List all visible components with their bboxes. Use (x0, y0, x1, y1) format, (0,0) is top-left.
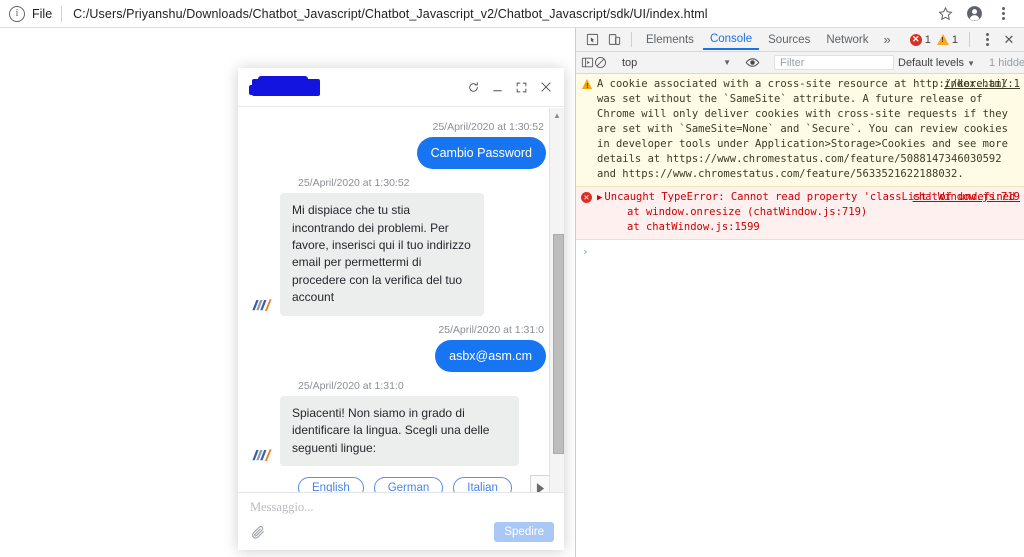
url-scheme-label: File (32, 6, 53, 21)
site-info-button[interactable]: i File (0, 5, 53, 22)
expand-icon[interactable] (515, 81, 528, 94)
minimize-icon[interactable] (491, 81, 504, 94)
tabbar-divider (631, 32, 632, 47)
chat-message-bot: 25/April/2020 at 1:30:52 Mi dispiace che… (250, 171, 546, 316)
console-sidebar-icon[interactable] (581, 54, 594, 72)
console-filter-input[interactable] (774, 55, 894, 70)
bookmark-star-icon[interactable] (932, 1, 958, 27)
message-timestamp: 25/April/2020 at 1:30:52 (432, 121, 544, 133)
tab-network[interactable]: Network (819, 30, 875, 49)
composer-actions: Spedire (250, 522, 554, 542)
console-source-link[interactable]: chatWindow.js:719 (913, 191, 1020, 203)
live-expression-icon[interactable] (745, 54, 760, 72)
chat-scrollbar[interactable]: ▲ ▼ (549, 108, 564, 511)
console-warning-entry[interactable]: A cookie associated with a cross-site re… (576, 74, 1024, 187)
error-count-value: 1 (924, 33, 931, 46)
console-error-entry[interactable]: ✕ ▶ Uncaught TypeError: Cannot read prope… (576, 187, 1024, 240)
chat-message-user: 25/April/2020 at 1:30:52 Cambio Password (250, 115, 546, 170)
chat-composer: Messaggio... Spedire (238, 492, 564, 550)
execution-context-select[interactable]: top ▼ (617, 56, 735, 69)
console-output[interactable]: A cookie associated with a cross-site re… (576, 74, 1024, 557)
message-timestamp: 25/April/2020 at 1:31:0 (298, 379, 404, 392)
chat-message-list[interactable]: 25/April/2020 at 1:30:52 Cambio Password… (238, 107, 564, 492)
console-prompt[interactable]: › (576, 240, 1024, 263)
tab-sources[interactable]: Sources (761, 30, 817, 49)
device-toolbar-icon[interactable] (604, 31, 624, 49)
console-stack-frame-1[interactable]: at window.onresize (chatWindow.js:719) (597, 205, 1021, 220)
screen: i File C:/Users/Priyanshu/Downloads/Chat… (0, 0, 1024, 557)
chip-english[interactable]: English (298, 477, 364, 492)
profile-avatar-icon[interactable] (961, 1, 987, 27)
info-circle-icon: i (9, 5, 25, 22)
scroll-up-arrow-icon[interactable]: ▲ (550, 108, 564, 122)
devtools-tabbar: Elements Console Sources Network » ✕ 1 1… (576, 28, 1024, 52)
chat-title-redacted (249, 75, 320, 96)
chat-header (238, 68, 564, 107)
hidden-messages-count: 1 hidden (989, 56, 1024, 69)
chrome-menu-icon[interactable] (990, 1, 1016, 27)
bot-message-line: Spiacenti! Non siamo in grado di identif… (250, 395, 519, 467)
more-tabs-icon[interactable]: » (878, 32, 897, 47)
message-timestamp: 25/April/2020 at 1:31:0 (438, 323, 544, 336)
tabbar-divider-2 (969, 32, 970, 47)
chevron-down-icon-levels: ▼ (967, 58, 976, 68)
message-timestamp: 25/April/2020 at 1:30:52 (298, 177, 410, 190)
tab-elements[interactable]: Elements (639, 30, 701, 49)
devtools-panel: Elements Console Sources Network » ✕ 1 1… (575, 28, 1024, 557)
log-levels-value: Default levels (898, 56, 965, 69)
chevron-down-icon: ▼ (723, 58, 731, 67)
warning-icon (936, 34, 949, 45)
message-input[interactable]: Messaggio... (250, 500, 552, 515)
log-levels-select[interactable]: Default levels ▼ (898, 57, 979, 69)
toolbar-divider (61, 5, 63, 22)
browser-actions (932, 1, 1024, 27)
language-chip-group: English German Italian (298, 475, 552, 492)
message-bubble: Spiacenti! Non siamo in grado di identif… (280, 395, 519, 467)
close-icon[interactable] (539, 80, 553, 94)
send-button[interactable]: Spedire (494, 522, 554, 542)
bot-message-line: Mi dispiace che tu stia incontrando dei … (250, 193, 484, 316)
paperclip-icon[interactable] (250, 524, 266, 540)
message-bubble: Mi dispiace che tu stia incontrando dei … (280, 193, 484, 316)
bot-avatar-icon (250, 294, 272, 314)
error-icon: ✕ (909, 33, 922, 46)
scrollbar-thumb[interactable] (553, 234, 564, 454)
chat-message-bot: 25/April/2020 at 1:31:0 Spiacenti! Non s… (250, 374, 552, 492)
chat-widget: 25/April/2020 at 1:30:52 Cambio Password… (238, 68, 564, 550)
tab-console[interactable]: Console (702, 29, 760, 50)
address-bar-url[interactable]: C:/Users/Priyanshu/Downloads/Chatbot_Jav… (73, 7, 932, 21)
chip-german[interactable]: German (373, 477, 444, 492)
bot-avatar-icon (250, 444, 272, 464)
console-warning-text: A cookie associated with a cross-site re… (597, 78, 1008, 180)
chip-italian[interactable]: Italian (453, 477, 512, 492)
warning-triangle-icon (580, 77, 593, 182)
warning-count-badge[interactable]: 1 (936, 33, 958, 46)
browser-toolbar: i File C:/Users/Priyanshu/Downloads/Chat… (0, 0, 1024, 28)
console-source-link[interactable]: index.html:1 (944, 78, 1020, 90)
prompt-caret-icon: › (582, 245, 589, 258)
chat-message-user: 25/April/2020 at 1:31:0 asbx@asm.cm (250, 318, 546, 372)
clear-console-icon[interactable] (594, 54, 607, 72)
devtools-close-icon[interactable]: ✕ (999, 31, 1019, 49)
web-page-content: 25/April/2020 at 1:30:52 Cambio Password… (0, 28, 575, 557)
console-toolbar: top ▼ Default levels ▼ 1 hidden (576, 52, 1024, 74)
message-bubble: Cambio Password (416, 137, 546, 170)
error-count-badge[interactable]: ✕ 1 (909, 33, 931, 46)
warning-count-value: 1 (951, 33, 958, 46)
message-bubble: asbx@asm.cm (435, 339, 546, 372)
chat-header-controls (467, 80, 553, 94)
error-circle-icon: ✕ (580, 190, 593, 235)
console-stack-frame-2[interactable]: at chatWindow.js:1599 (597, 220, 1021, 235)
refresh-icon[interactable] (467, 81, 480, 94)
inspect-element-icon[interactable] (582, 31, 602, 49)
devtools-menu-icon[interactable] (977, 31, 997, 49)
execution-context-value: top (622, 56, 638, 69)
